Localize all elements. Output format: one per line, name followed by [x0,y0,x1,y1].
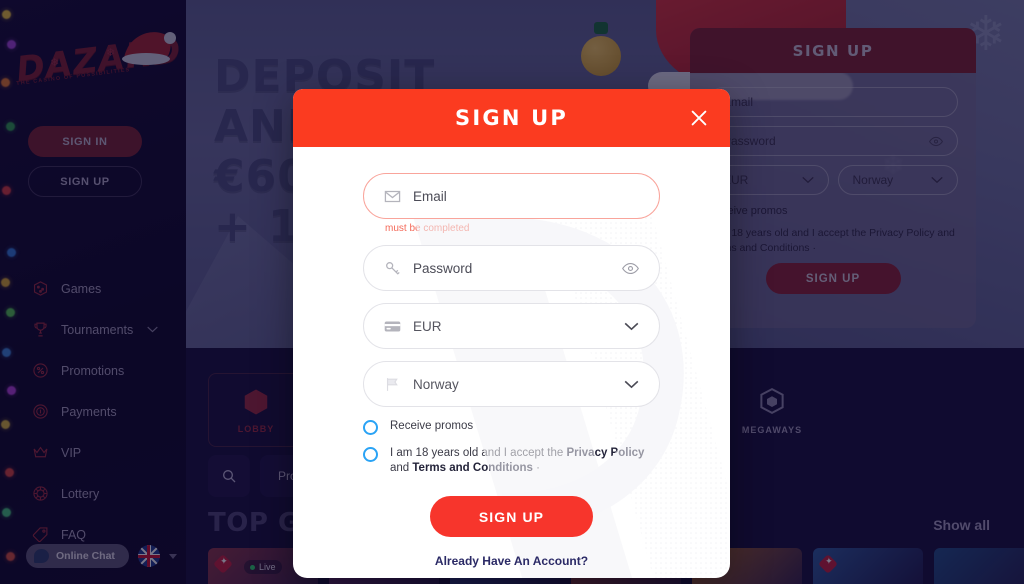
card-icon [384,321,401,331]
promos-checkbox-row[interactable]: Receive promos [363,419,660,435]
email-error-message: must be completed [385,223,470,234]
chevron-down-icon [624,322,639,330]
modal-header: SIGN UP [293,89,730,147]
password-placeholder: Password [413,260,473,276]
already-have-account-link[interactable]: Already Have An Account? [363,554,660,568]
terms-conditions-link[interactable]: Terms and Conditions [412,462,533,474]
signup-modal: SIGN UP Email must be completed Password… [293,89,730,578]
key-icon [386,261,400,275]
terms-checkbox[interactable] [363,447,378,462]
terms-suffix: · [532,462,540,474]
signup-submit-button[interactable]: SIGN UP [430,496,593,537]
country-select[interactable]: Norway [363,361,660,407]
terms-prefix: I am 18 years old and I accept the [390,447,567,459]
privacy-policy-link[interactable]: Privacy Policy [566,447,644,459]
flag-icon [386,377,398,391]
currency-value: EUR [413,318,442,334]
eye-icon[interactable] [622,262,639,275]
currency-select[interactable]: EUR [363,303,660,349]
country-value: Norway [413,376,459,392]
email-placeholder: Email [413,188,447,204]
envelope-icon [384,190,401,202]
app-root: ❄ ❄ DEPOSIT AND €6000 + 100 LOBBY [0,0,1024,584]
email-field[interactable]: Email [363,173,660,219]
promos-label: Receive promos [390,420,474,432]
modal-title: SIGN UP [455,106,568,130]
close-icon[interactable] [688,107,710,129]
password-field[interactable]: Password [363,245,660,291]
terms-checkbox-row[interactable]: I am 18 years old and I accept the Priva… [363,446,660,476]
consent-checkboxes: Receive promos I am 18 years old and I a… [363,419,660,476]
modal-body: Email must be completed Password EUR Nor… [293,147,730,578]
promos-checkbox[interactable] [363,420,378,435]
terms-mid: and [390,462,413,474]
chevron-down-icon [624,380,639,388]
terms-label: I am 18 years old and I accept the Priva… [390,446,660,476]
